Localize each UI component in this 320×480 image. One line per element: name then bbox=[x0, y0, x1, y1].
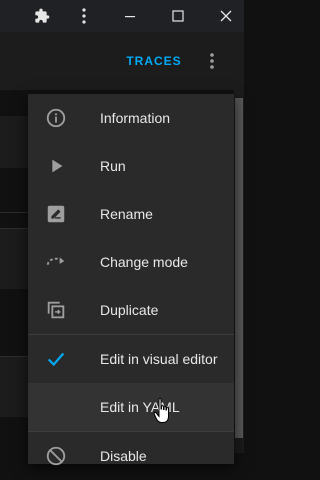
overflow-menu-icon[interactable] bbox=[200, 48, 224, 74]
check-icon bbox=[44, 347, 68, 371]
traces-button[interactable]: TRACES bbox=[118, 51, 190, 71]
menu-item-label: Change mode bbox=[100, 254, 188, 270]
menu-item-rename[interactable]: Rename bbox=[28, 190, 234, 238]
menu-item-label: Duplicate bbox=[100, 302, 159, 318]
background-divider bbox=[0, 212, 28, 213]
background-card bbox=[0, 116, 28, 168]
menu-item-label: Disable bbox=[100, 448, 147, 464]
menu-item-label: Information bbox=[100, 110, 171, 126]
browser-menu-icon[interactable] bbox=[74, 0, 94, 32]
rename-icon bbox=[44, 202, 68, 226]
menu-item-information[interactable]: Information bbox=[28, 94, 234, 142]
background-card bbox=[0, 357, 28, 417]
play-icon bbox=[44, 154, 68, 178]
menu-item-edit-visual[interactable]: Edit in visual editor bbox=[28, 335, 234, 383]
close-icon[interactable] bbox=[214, 0, 238, 32]
menu-item-run[interactable]: Run bbox=[28, 142, 234, 190]
minimize-icon[interactable] bbox=[118, 0, 142, 32]
menu-item-disable[interactable]: Disable bbox=[28, 432, 234, 480]
change-mode-icon bbox=[44, 250, 68, 274]
menu-item-label: Rename bbox=[100, 206, 153, 222]
menu-item-label: Run bbox=[100, 158, 126, 174]
scrollbar-thumb[interactable] bbox=[235, 98, 243, 438]
window-titlebar bbox=[0, 0, 244, 32]
background-card bbox=[0, 229, 28, 289]
hand-cursor-icon bbox=[153, 397, 175, 425]
menu-item-edit-yaml[interactable]: Edit in YAML bbox=[28, 383, 234, 431]
maximize-icon[interactable] bbox=[166, 0, 190, 32]
extensions-puzzle-icon[interactable] bbox=[30, 0, 54, 32]
menu-item-label: Edit in visual editor bbox=[100, 351, 218, 367]
info-icon bbox=[44, 106, 68, 130]
menu-item-duplicate[interactable]: Duplicate bbox=[28, 286, 234, 334]
overflow-menu: Information Run Rename Change mode Dupli… bbox=[28, 94, 234, 466]
disable-icon bbox=[44, 444, 68, 468]
duplicate-icon bbox=[44, 298, 68, 322]
menu-item-change-mode[interactable]: Change mode bbox=[28, 238, 234, 286]
